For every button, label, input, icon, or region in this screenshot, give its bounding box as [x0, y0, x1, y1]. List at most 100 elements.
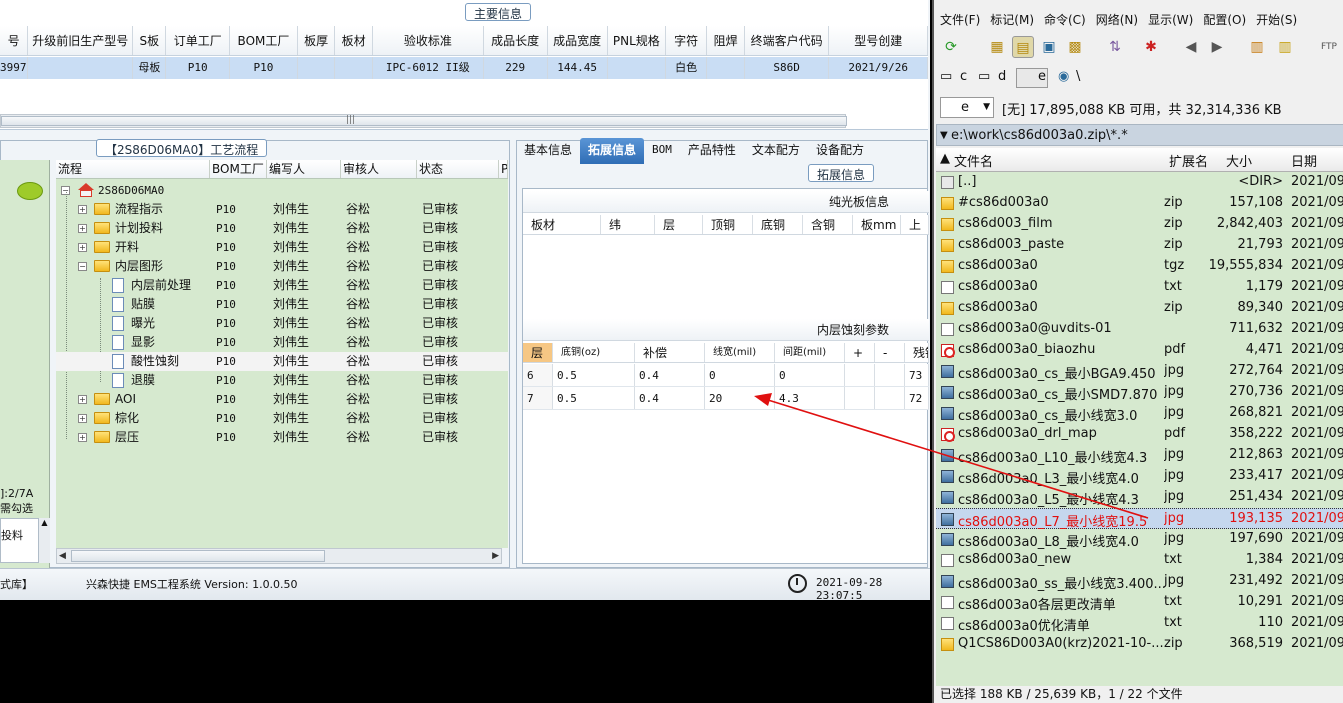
file-row[interactable]: cs86d003a0 txt 1,179 2021/09 [936, 277, 1343, 298]
fm-menu-item[interactable]: 命令(C) [1038, 9, 1090, 29]
expand-icon[interactable]: + [78, 205, 87, 214]
tree-row[interactable]: + 层压 P10 刘伟生 谷松 已审核 [56, 428, 508, 447]
main-info-cell[interactable] [28, 57, 134, 79]
main-info-col-header[interactable]: 订单工厂 [166, 26, 231, 55]
main-info-col-header[interactable]: 板厚 [298, 26, 336, 55]
etch-col-header[interactable]: 线宽(mil) [705, 343, 775, 362]
mark-icon[interactable]: ✱ [1140, 36, 1162, 58]
file-name[interactable]: cs86d003_paste [958, 237, 1166, 252]
thumbnail-view-icon[interactable]: ▣ [1038, 36, 1060, 58]
file-name[interactable]: cs86d003a0_drl_map [958, 426, 1166, 441]
file-row[interactable]: cs86d003_film zip 2,842,403 2021/09 [936, 214, 1343, 235]
detail-tab[interactable]: BOM [644, 138, 680, 164]
main-info-cell[interactable]: 3997 [0, 57, 29, 79]
file-name[interactable]: cs86d003a0 [958, 258, 1166, 273]
etch-cell[interactable]: 0.4 [635, 387, 705, 409]
left-mini-item[interactable]: 投料 [1, 529, 23, 542]
tree-row-label[interactable]: 显影 [131, 333, 155, 352]
main-info-hscroll[interactable]: ||| [0, 114, 847, 128]
main-info-cell[interactable]: IPC-6012 II级 [373, 57, 484, 79]
tree-row[interactable]: + 开料 P10 刘伟生 谷松 已审核 [56, 238, 508, 257]
main-info-cell[interactable]: 2021/9/26 [829, 57, 929, 79]
file-name[interactable]: cs86d003a0_L7_最小线宽19.5 [958, 511, 1166, 530]
expand-icon[interactable]: + [78, 414, 87, 423]
main-info-cell[interactable]: P10 [230, 57, 298, 79]
collapse-icon[interactable]: − [78, 262, 87, 271]
tree-row-label[interactable]: 贴膜 [131, 295, 155, 314]
etch-col-header[interactable]: - [875, 343, 905, 362]
file-name[interactable]: cs86d003a0@uvdits-01 [958, 321, 1166, 336]
col-size[interactable]: 大小 [1226, 151, 1252, 170]
main-info-row[interactable]: 3997 母板 P10 P10 IPC-6012 II级 229 144.45 白色 S86D 2… [0, 57, 929, 79]
file-row[interactable]: cs86d003a0_L3_最小线宽4.0 jpg 233,417 2021/09 [936, 466, 1343, 487]
file-row[interactable]: cs86d003a0_L10_最小线宽4.3 jpg 212,863 2021/09 [936, 445, 1343, 466]
etch-col-header[interactable]: + [845, 343, 875, 362]
file-name[interactable]: cs86d003a0_biaozhu [958, 342, 1166, 357]
main-info-col-header[interactable]: PNL规格 [608, 26, 666, 55]
file-name[interactable]: cs86d003a0_L3_最小线宽4.0 [958, 468, 1166, 487]
light-board-col-header[interactable]: 底铜 [753, 215, 803, 234]
etch-cell[interactable]: 20 [705, 387, 775, 409]
tree-row[interactable]: − 内层图形 P10 刘伟生 谷松 已审核 [56, 257, 508, 276]
tree-row[interactable]: 退膜 P10 刘伟生 谷松 已审核 [56, 371, 508, 390]
file-name[interactable]: [..] [958, 174, 1166, 189]
refresh-icon[interactable]: ⟳ [940, 36, 962, 58]
light-board-col-header[interactable]: 顶铜 [703, 215, 753, 234]
light-board-col-header[interactable]: 含铜 [803, 215, 853, 234]
etch-cell[interactable]: 0.5 [553, 364, 635, 386]
tree-row[interactable]: 酸性蚀刻 P10 刘伟生 谷松 已审核 [56, 352, 508, 371]
etch-cell[interactable] [845, 364, 875, 386]
tree-row-label[interactable]: 层压 [115, 428, 139, 447]
brief-view-icon[interactable]: ▦ [986, 36, 1008, 58]
tree-hscroll[interactable]: ◀ ▶ [56, 548, 502, 564]
etch-row[interactable]: 6 0.5 0.4 0 0 73 [523, 364, 929, 387]
main-info-col-header[interactable]: 验收标准 [373, 26, 484, 55]
file-name[interactable]: cs86d003a0_L5_最小线宽4.3 [958, 489, 1166, 508]
drive-c-icon[interactable]: ▭ [940, 69, 952, 84]
col-ext[interactable]: 扩展名 [1169, 151, 1208, 170]
expand-icon[interactable]: + [78, 433, 87, 442]
file-row[interactable]: cs86d003a0各层更改清单 txt 10,291 2021/09 [936, 592, 1343, 613]
scroll-thumb[interactable] [71, 550, 325, 562]
file-name[interactable]: cs86d003a0_ss_最小线宽3.400... [958, 573, 1166, 592]
main-info-cell[interactable]: P10 [166, 57, 231, 79]
scroll-right-icon[interactable]: ▶ [492, 549, 499, 563]
tree-col-header[interactable]: BOM工厂 [210, 160, 267, 178]
light-board-col-header[interactable]: 板mm [853, 215, 901, 234]
file-row[interactable]: cs86d003a0_new txt 1,384 2021/09 [936, 550, 1343, 571]
main-info-col-header[interactable]: 阻焊 [707, 26, 745, 55]
tree-col-header[interactable]: P [499, 160, 508, 178]
etch-cell[interactable]: 0.5 [553, 387, 635, 409]
file-name[interactable]: cs86d003a0各层更改清单 [958, 594, 1166, 613]
tree-row[interactable]: 显影 P10 刘伟生 谷松 已审核 [56, 333, 508, 352]
etch-cell[interactable] [875, 364, 905, 386]
expand-icon[interactable]: + [78, 395, 87, 404]
main-info-col-header[interactable]: 型号创建 [829, 26, 929, 55]
ftp-icon[interactable]: FTP [1318, 36, 1340, 58]
file-row[interactable]: cs86d003a0_ss_最小线宽3.400... jpg 231,492 2021… [936, 571, 1343, 592]
file-row[interactable]: [..] <DIR> 2021/09 [936, 172, 1343, 193]
tree-view-icon[interactable]: ▩ [1064, 36, 1086, 58]
tree-row-label[interactable]: 开料 [115, 238, 139, 257]
file-row[interactable]: cs86d003a0_drl_map pdf 358,222 2021/09 [936, 424, 1343, 445]
scroll-left-icon[interactable]: ◀ [59, 549, 66, 563]
file-row[interactable]: cs86d003a0@uvdits-01 711,632 2021/09 [936, 319, 1343, 340]
fm-menu-item[interactable]: 配置(O) [1197, 9, 1250, 29]
drive-d-icon[interactable]: ▭ [978, 69, 990, 84]
etch-cell[interactable]: 0 [775, 364, 845, 386]
file-name[interactable]: cs86d003a0 [958, 300, 1166, 315]
fm-menu-item[interactable]: 网络(N) [1090, 9, 1142, 29]
tree-row-label[interactable]: 棕化 [115, 409, 139, 428]
etch-cell[interactable]: 0 [705, 364, 775, 386]
fm-menu-item[interactable]: 文件(F) [934, 9, 984, 29]
main-info-col-header[interactable]: 终端客户代码 [745, 26, 830, 55]
light-board-col-header[interactable]: 板材 [523, 215, 601, 234]
file-name[interactable]: cs86d003a0_L10_最小线宽4.3 [958, 447, 1166, 466]
main-info-cell[interactable]: 144.45 [548, 57, 608, 79]
back-icon[interactable]: ◀ [1180, 36, 1202, 58]
etch-row[interactable]: 7 0.5 0.4 20 4.3 72 [523, 387, 929, 410]
fm-menu-item[interactable]: 显示(W) [1142, 9, 1197, 29]
etch-cell[interactable]: 72 [905, 387, 929, 409]
forward-icon[interactable]: ▶ [1206, 36, 1228, 58]
etch-cell[interactable]: 73 [905, 364, 929, 386]
